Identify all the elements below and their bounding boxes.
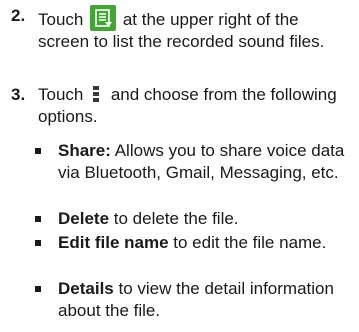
recordings-list-icon [90,5,117,31]
bullet-icon [35,216,41,222]
option-description: to delete the file. [113,209,239,228]
step-number: 2. [11,6,26,25]
step-2: 2. Touch at the upper right of the scree… [0,5,359,75]
option-term: Share: [58,141,111,160]
step-text-before-icon: Touch [38,85,84,104]
option-delete: Delete to delete the file. [35,208,353,230]
option-term: Details [58,279,114,298]
step-text: Touch and choose from the following opti… [38,84,353,128]
option-edit-file-name: Edit file name to edit the file name. [35,232,353,254]
bullet-icon [35,148,41,154]
bullet-icon [35,240,41,246]
menu-dots-icon [92,86,100,102]
step-text-before-icon: Touch [38,10,84,29]
option-term: Edit file name [58,233,169,252]
option-details: Details to view the detail information a… [35,278,353,322]
option-term: Delete [58,209,110,228]
step-text: Touch at the upper right of the screen t… [38,5,353,53]
option-share: Share: Allows you to share voice data vi… [35,140,353,184]
step-number: 3. [11,85,26,104]
bullet-icon [35,286,41,292]
step-3: 3. Touch and choose from the following o… [0,84,359,134]
option-description: to edit the file name. [173,233,327,252]
step-text-after-icon: and choose from the following options. [38,85,337,126]
